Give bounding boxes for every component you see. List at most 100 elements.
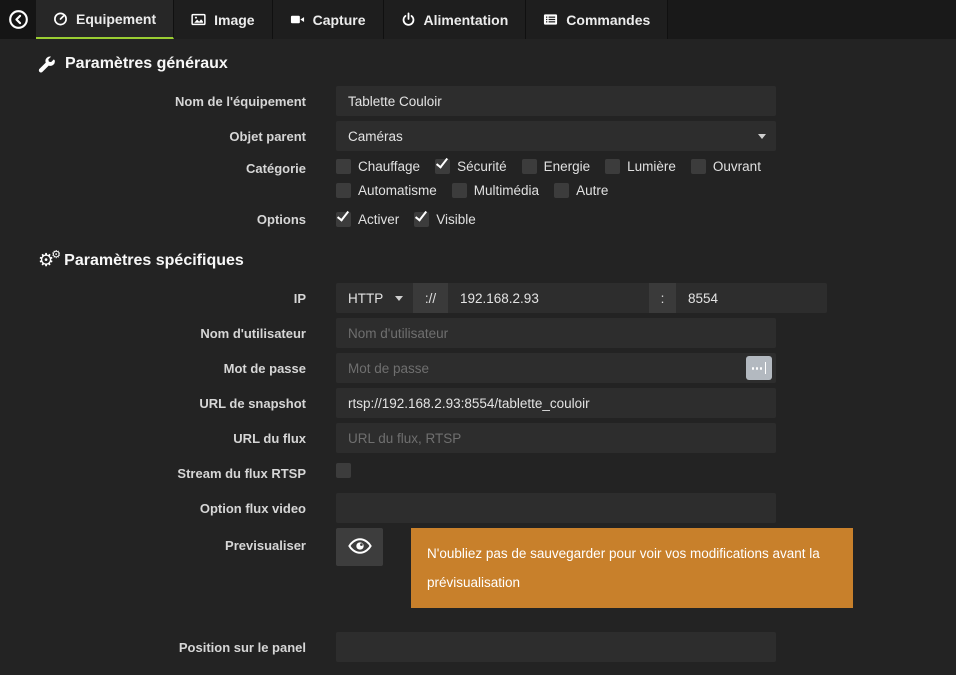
select-value: HTTP <box>348 291 383 306</box>
scheme-separator: :// <box>413 283 448 313</box>
settings-content: Paramètres généraux Nom de l'équipement … <box>0 55 956 662</box>
ip-host-input[interactable] <box>448 283 649 313</box>
section-title-text: Paramètres généraux <box>65 55 228 73</box>
form-row-device-name: Nom de l'équipement <box>0 86 956 116</box>
username-label: Nom d'utilisateur <box>0 326 306 341</box>
options-line: Activer Visible <box>336 212 476 227</box>
checkbox-multimedia[interactable]: Multimédia <box>452 183 539 198</box>
back-button[interactable] <box>0 0 36 39</box>
tab-label: Capture <box>313 12 366 28</box>
category-label: Catégorie <box>0 159 306 176</box>
video-option-input[interactable] <box>336 493 776 523</box>
snapshot-url-label: URL de snapshot <box>0 396 306 411</box>
form-row-preview: Previsualiser N'oubliez pas de sauvegard… <box>0 528 956 608</box>
ip-port-input[interactable] <box>676 283 827 313</box>
username-input[interactable] <box>336 318 776 348</box>
save-warning-message: N'oubliez pas de sauvegarder pour voir v… <box>411 528 853 608</box>
power-icon <box>401 12 416 27</box>
parent-object-label: Objet parent <box>0 129 306 144</box>
stream-url-label: URL du flux <box>0 431 306 446</box>
check-icon <box>436 155 448 168</box>
parent-object-select[interactable]: Caméras <box>336 121 776 151</box>
tab-image[interactable]: Image <box>174 0 272 39</box>
checkbox-box <box>336 159 351 174</box>
image-icon <box>191 12 206 27</box>
arrow-left-circle-icon <box>8 9 29 30</box>
checkbox-box <box>414 212 429 227</box>
form-row-snapshot-url: URL de snapshot <box>0 388 956 418</box>
chevron-down-icon <box>758 134 766 139</box>
form-row-parent-object: Objet parent Caméras <box>0 121 956 151</box>
port-separator: : <box>649 283 676 313</box>
checkbox-rtsp-stream[interactable] <box>336 463 351 478</box>
tab-commandes[interactable]: Commandes <box>526 0 668 39</box>
camera-equipment-settings-page: Equipement Image Capture Alimentation Co <box>0 0 956 662</box>
tab-label: Image <box>214 12 254 28</box>
tab-label: Alimentation <box>424 12 509 28</box>
checkbox-automatisme[interactable]: Automatisme <box>336 183 437 198</box>
tab-equipement[interactable]: Equipement <box>36 0 174 39</box>
form-row-stream-url: URL du flux <box>0 423 956 453</box>
category-line-1: Chauffage Sécurité Energie Lumière <box>336 159 761 174</box>
checkbox-ouvrant[interactable]: Ouvrant <box>691 159 761 174</box>
checkbox-visible[interactable]: Visible <box>414 212 476 227</box>
ellipsis-icon <box>760 367 762 370</box>
eye-icon <box>347 533 373 562</box>
password-label: Mot de passe <box>0 361 306 376</box>
tab-capture[interactable]: Capture <box>273 0 384 39</box>
password-reveal-button[interactable] <box>746 356 772 380</box>
form-row-panel-position: Position sur le panel <box>0 632 956 662</box>
checkbox-box <box>435 159 450 174</box>
device-name-label: Nom de l'équipement <box>0 94 306 109</box>
rtsp-stream-label: Stream du flux RTSP <box>0 466 306 481</box>
tab-label: Equipement <box>76 11 156 27</box>
gears-icon: ⚙⚙ <box>38 252 54 270</box>
device-name-input[interactable] <box>336 86 776 116</box>
form-row-rtsp-stream: Stream du flux RTSP <box>0 463 956 483</box>
checkbox-autre[interactable]: Autre <box>554 183 608 198</box>
section-title-text: Paramètres spécifiques <box>64 252 244 270</box>
password-input[interactable] <box>336 353 776 383</box>
list-icon <box>543 12 558 27</box>
check-icon <box>415 208 427 221</box>
check-icon <box>337 208 349 221</box>
ip-label: IP <box>0 291 306 306</box>
checkbox-chauffage[interactable]: Chauffage <box>336 159 420 174</box>
panel-position-label: Position sur le panel <box>0 640 306 655</box>
video-camera-icon <box>290 12 305 27</box>
wrench-icon <box>38 56 55 73</box>
section-general-title: Paramètres généraux <box>38 55 956 73</box>
checkbox-box <box>554 183 569 198</box>
form-row-options: Options Activer Visible <box>0 212 956 227</box>
panel-position-input[interactable] <box>336 632 776 662</box>
ellipsis-icon <box>756 367 758 370</box>
form-row-category: Catégorie Chauffage Sécurité Energie <box>0 159 956 198</box>
protocol-select[interactable]: HTTP <box>336 283 413 313</box>
checkbox-box <box>605 159 620 174</box>
preview-button[interactable] <box>336 528 383 566</box>
checkbox-lumiere[interactable]: Lumière <box>605 159 676 174</box>
checkbox-energie[interactable]: Energie <box>522 159 591 174</box>
chevron-down-icon <box>395 296 403 301</box>
checkbox-securite[interactable]: Sécurité <box>435 159 507 174</box>
checkbox-box <box>452 183 467 198</box>
checkbox-box <box>336 183 351 198</box>
preview-label: Previsualiser <box>0 528 306 553</box>
select-value: Caméras <box>348 129 403 144</box>
ip-address-group: HTTP :// : <box>336 283 776 313</box>
checkbox-box <box>691 159 706 174</box>
cursor-bar-icon <box>765 362 766 374</box>
checkbox-box <box>522 159 537 174</box>
options-label: Options <box>0 212 306 227</box>
checkbox-activer[interactable]: Activer <box>336 212 399 227</box>
stream-url-input[interactable] <box>336 423 776 453</box>
section-specific-title: ⚙⚙ Paramètres spécifiques <box>38 252 956 270</box>
snapshot-url-input[interactable] <box>336 388 776 418</box>
category-line-2: Automatisme Multimédia Autre <box>336 183 761 198</box>
tab-label: Commandes <box>566 12 650 28</box>
checkbox-box <box>336 212 351 227</box>
tab-alimentation[interactable]: Alimentation <box>384 0 527 39</box>
checkbox-box <box>336 463 351 478</box>
form-row-ip: IP HTTP :// : <box>0 283 956 313</box>
tab-bar: Equipement Image Capture Alimentation Co <box>0 0 956 39</box>
